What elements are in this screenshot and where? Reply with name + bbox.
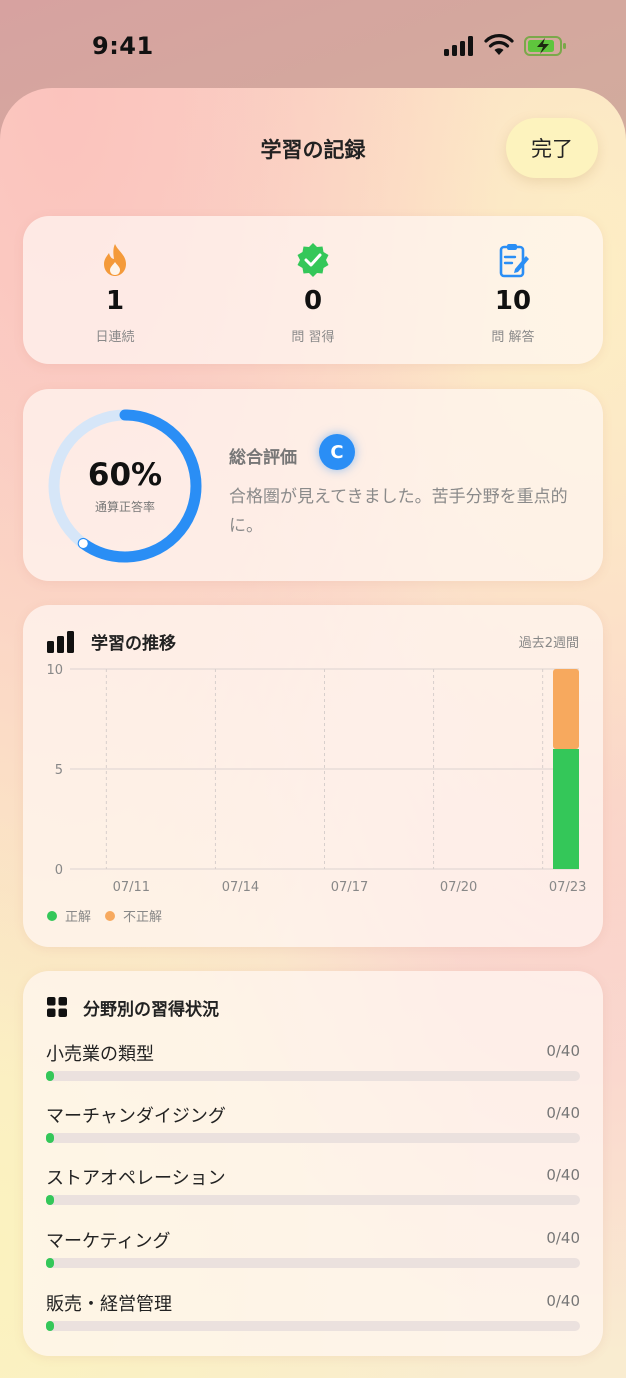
streak-value: 1	[105, 286, 125, 316]
bar-incorrect	[553, 669, 579, 749]
done-button[interactable]: 完了	[506, 118, 598, 178]
legend-correct-dot	[47, 910, 57, 921]
accuracy-label: 通算正答率	[94, 500, 155, 514]
mastered-label: 問 習得	[291, 330, 335, 345]
status-time: 9:41	[92, 32, 154, 60]
accuracy-percent: 60%	[87, 457, 163, 493]
learning-record-sheet: 学習の記録 完了 1 日連続 0 問 習得 10 問 解答 60% 通算正答率 …	[0, 88, 626, 1378]
skill-progress-fill	[46, 1321, 54, 1331]
legend-incorrect-label: 不正解	[123, 910, 163, 925]
verified-badge-icon	[297, 243, 329, 277]
skill-progress-track	[46, 1321, 580, 1331]
skill-progress-fill	[46, 1195, 54, 1205]
wifi-icon	[484, 34, 514, 55]
skill-progress-track	[46, 1133, 580, 1143]
skill-count: 0/40	[546, 1292, 580, 1310]
evaluation-message: 合格圏が見えてきました。苦手分野を重点的に。	[229, 487, 568, 536]
skill-count: 0/40	[546, 1166, 580, 1184]
skill-count: 0/40	[546, 1042, 580, 1060]
skills-card: 分野別の習得状況 小売業の類型 0/40 マーチャンダイジング 0/40 ストア…	[23, 971, 603, 1356]
accuracy-ring-knob	[78, 538, 88, 548]
progress-chart: 0 5 10 07/11 07/14 07/17 07/20 07/23	[46, 663, 586, 895]
flame-icon	[104, 244, 126, 276]
skill-progress-fill	[46, 1133, 54, 1143]
skill-progress-fill	[46, 1071, 54, 1081]
legend-correct-label: 正解	[65, 910, 92, 925]
answered-value: 10	[494, 286, 532, 316]
status-bar: 9:41	[0, 0, 626, 90]
evaluation-card: 60% 通算正答率 総合評価 C 合格圏が見えてきました。苦手分野を重点的に。	[23, 389, 603, 581]
skill-name: 小売業の類型	[46, 1044, 154, 1065]
x-tick-label: 07/20	[440, 880, 477, 895]
skill-progress-track	[46, 1258, 580, 1268]
grade-badge: C	[319, 434, 355, 470]
x-tick-label: 07/23	[549, 880, 586, 895]
skill-progress-track	[46, 1071, 580, 1081]
battery-charging-icon	[524, 36, 566, 56]
clipboard-edit-icon	[499, 244, 529, 278]
stats-card: 1 日連続 0 問 習得 10 問 解答	[23, 216, 603, 364]
skill-name: 販売・経営管理	[46, 1294, 172, 1315]
chart-legend: 正解 不正解	[47, 906, 162, 925]
skills-title: 分野別の習得状況	[83, 1000, 219, 1020]
x-tick-label: 07/14	[222, 880, 259, 895]
skill-name: マーチャンダイジング	[46, 1106, 226, 1127]
skill-name: マーケティング	[46, 1231, 171, 1252]
bar-correct	[553, 749, 579, 869]
mastered-value: 0	[303, 286, 323, 316]
evaluation-title: 総合評価	[229, 448, 297, 468]
skill-progress-track	[46, 1195, 580, 1205]
skill-progress-fill	[46, 1258, 54, 1268]
legend-incorrect-dot	[105, 910, 116, 921]
skill-count: 0/40	[546, 1104, 580, 1122]
x-tick-label: 07/11	[113, 880, 150, 895]
streak-label: 日連続	[95, 330, 135, 345]
answered-label: 問 解答	[491, 330, 535, 345]
y-tick-label: 5	[55, 763, 63, 778]
y-tick-label: 0	[55, 863, 63, 878]
grid-icon	[47, 997, 67, 1017]
y-tick-label: 10	[46, 663, 63, 678]
cellular-signal-icon	[444, 36, 473, 56]
skill-count: 0/40	[546, 1229, 580, 1247]
skill-name: ストアオペレーション	[46, 1168, 226, 1189]
progress-chart-card: 学習の推移 過去2週間 0 5 10 07/11 07/14 07/17 07/20 07/2…	[23, 605, 603, 947]
x-tick-label: 07/17	[331, 880, 368, 895]
